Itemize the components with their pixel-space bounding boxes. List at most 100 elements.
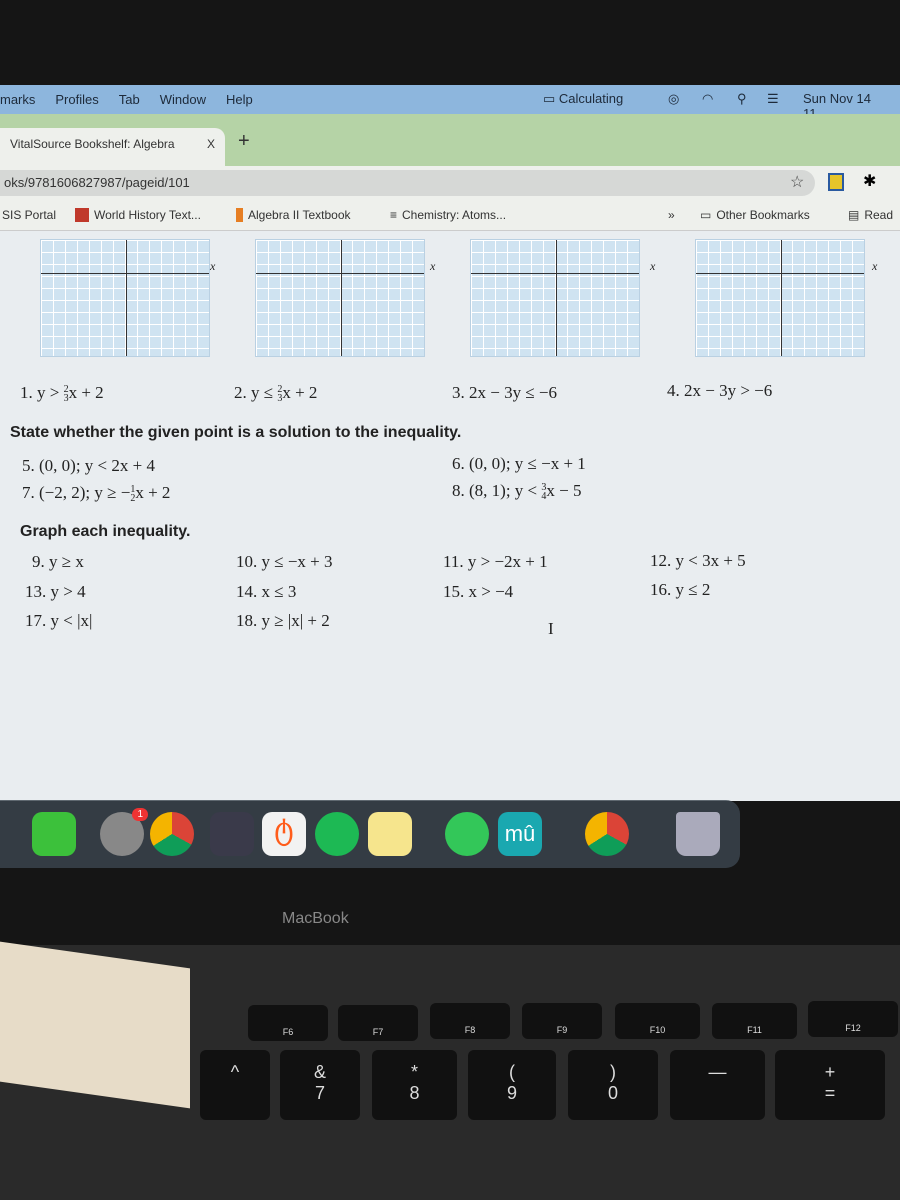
problem-17: 17. y < |x| xyxy=(25,611,93,630)
other-bookmarks[interactable]: ▭ Other Bookmarks xyxy=(700,208,810,222)
key-f6[interactable]: F6 xyxy=(248,1005,328,1041)
key-f8[interactable]: F8 xyxy=(430,1003,510,1039)
problem-14: 14. x ≤ 3 xyxy=(236,582,297,601)
axis-label: x xyxy=(872,259,878,273)
extensions-puzzle-icon[interactable]: ✱ xyxy=(863,171,876,191)
key-f11[interactable]: F11 xyxy=(712,1003,797,1039)
problem-4: 4. 2x − 3y > −6 xyxy=(667,381,773,400)
menu-tab[interactable]: Tab xyxy=(119,92,140,107)
menu-profiles[interactable]: Profiles xyxy=(55,92,98,107)
bookmarks-overflow[interactable]: » xyxy=(668,208,675,222)
text: x + 2 xyxy=(68,383,104,402)
chrome-app-icon[interactable] xyxy=(585,812,629,856)
problem-7: 7. (−2, 2); y ≥ −1 2 x + 2 xyxy=(22,483,171,504)
folder-icon: ▭ xyxy=(700,208,712,222)
launchpad-icon[interactable] xyxy=(210,812,254,856)
text: x + 2 xyxy=(282,383,318,402)
problem-8: 8. (8, 1); y < 34x − 5 xyxy=(452,481,582,502)
key-f7[interactable]: F7 xyxy=(338,1005,418,1041)
problem-15: 15. x > −4 xyxy=(443,582,514,601)
search-icon[interactable]: ⚲ xyxy=(737,91,747,107)
key-0[interactable]: ) 0 xyxy=(568,1050,658,1120)
bookmark-star-icon[interactable]: ☆ xyxy=(790,172,804,192)
problem-1: 1. y > 23x + 2 xyxy=(20,383,104,404)
wifi-icon[interactable]: ◠ xyxy=(702,91,713,107)
axis-label: x xyxy=(210,259,216,273)
reading-list-icon: ▤ xyxy=(848,208,860,222)
laptop-brand: MacBook xyxy=(282,910,349,927)
key-7[interactable]: & 7 xyxy=(280,1050,360,1120)
problem-13: 13. y > 4 xyxy=(25,582,86,601)
problem-2: 2. y ≤ 23x + 2 xyxy=(234,383,318,404)
axis-label: x xyxy=(430,259,436,273)
menu-bookmarks[interactable]: marks xyxy=(0,92,35,107)
problem-18: 18. y ≥ |x| + 2 xyxy=(236,611,330,630)
browser-tab[interactable]: VitalSource Bookshelf: Algebra X xyxy=(0,128,225,166)
problem-9: 9. y ≥ x xyxy=(32,552,84,571)
text: 7. (−2, 2); y ≥ − xyxy=(22,483,131,502)
problem-12: 12. y < 3x + 5 xyxy=(650,551,746,570)
blender-icon[interactable]: ტ xyxy=(262,812,306,856)
status-text: Calculating xyxy=(558,91,624,106)
axis-label: x xyxy=(650,259,656,273)
control-center-icon[interactable]: ☰ xyxy=(767,91,779,107)
key-9[interactable]: ( 9 xyxy=(468,1050,556,1120)
problem-10: 10. y ≤ −x + 3 xyxy=(236,552,333,571)
address-bar[interactable]: oks/9781606827987/pageid/101 xyxy=(0,170,815,196)
system-preferences-icon[interactable]: 1 xyxy=(100,808,148,856)
book-icon xyxy=(236,208,243,222)
graph-4 xyxy=(695,239,865,357)
key-equals[interactable]: + = xyxy=(775,1050,885,1120)
paper-stack xyxy=(0,941,190,1109)
section-heading: Graph each inequality. xyxy=(20,523,191,540)
reading-list[interactable]: ▤ Read xyxy=(848,208,893,222)
key-f9[interactable]: F9 xyxy=(522,1003,602,1039)
key-minus[interactable]: — xyxy=(670,1050,765,1120)
text: 2. y ≤ xyxy=(234,383,278,402)
key-f12[interactable]: F12 xyxy=(808,1001,898,1037)
battery-status[interactable]: ▭ Calculating xyxy=(543,91,643,107)
list-icon: ≡ xyxy=(390,208,398,222)
graph-1 xyxy=(40,239,210,357)
key-f10[interactable]: F10 xyxy=(615,1003,700,1039)
bookmark-chemistry[interactable]: ≡ Chemistry: Atoms... xyxy=(390,208,506,222)
chrome-icon[interactable] xyxy=(150,812,194,856)
text: x − 5 xyxy=(546,481,582,500)
bookmark-world-history[interactable]: World History Text... xyxy=(75,208,201,222)
bookmark-label: SIS Portal xyxy=(2,208,57,222)
bookmark-algebra[interactable]: Algebra II Textbook xyxy=(236,208,351,222)
problem-3: 3. 2x − 3y ≤ −6 xyxy=(452,383,558,402)
musescore-icon[interactable]: mû xyxy=(498,812,542,856)
extension-icon[interactable] xyxy=(828,173,844,191)
bookmarks-bar: SIS Portal World History Text... Algebra… xyxy=(0,200,900,231)
menu-bar: marks Profiles Tab Window Help ▭ Calcula… xyxy=(0,85,900,121)
tab-close-button[interactable]: X xyxy=(207,137,215,157)
tab-title: VitalSource Bookshelf: Algebra xyxy=(10,137,175,151)
bookmark-label: Algebra II Textbook xyxy=(248,208,351,222)
text: x + 2 xyxy=(135,483,171,502)
key-6[interactable]: ^ xyxy=(200,1050,270,1120)
airdrop-icon[interactable]: ◎ xyxy=(668,91,679,107)
key-8[interactable]: * 8 xyxy=(372,1050,457,1120)
problem-16: 16. y ≤ 2 xyxy=(650,580,711,599)
problem-11: 11. y > −2x + 1 xyxy=(443,552,548,571)
new-tab-button[interactable]: + xyxy=(238,130,250,153)
facetime-icon[interactable] xyxy=(32,812,76,856)
text: 8. (8, 1); y < xyxy=(452,481,542,500)
spotify-icon[interactable] xyxy=(315,812,359,856)
bookmark-label: Chemistry: Atoms... xyxy=(402,208,507,222)
textbook-page: x x x x 1. y > 23x + 2 2. y ≤ 23x + 2 3.… xyxy=(0,231,900,801)
graph-3 xyxy=(470,239,640,357)
bookmark-label: Read xyxy=(864,208,894,222)
graph-2 xyxy=(255,239,425,357)
messages-icon[interactable] xyxy=(445,812,489,856)
trash-icon[interactable] xyxy=(676,812,720,856)
menu-window[interactable]: Window xyxy=(160,92,206,107)
text-cursor: I xyxy=(548,619,554,638)
notes-icon[interactable] xyxy=(368,812,412,856)
bookmark-label: World History Text... xyxy=(94,208,201,222)
notification-badge: 1 xyxy=(132,808,148,821)
menu-help[interactable]: Help xyxy=(226,92,253,107)
bookmark-sis-portal[interactable]: SIS Portal xyxy=(2,208,56,222)
dock: 1 ტ mû xyxy=(0,800,740,868)
